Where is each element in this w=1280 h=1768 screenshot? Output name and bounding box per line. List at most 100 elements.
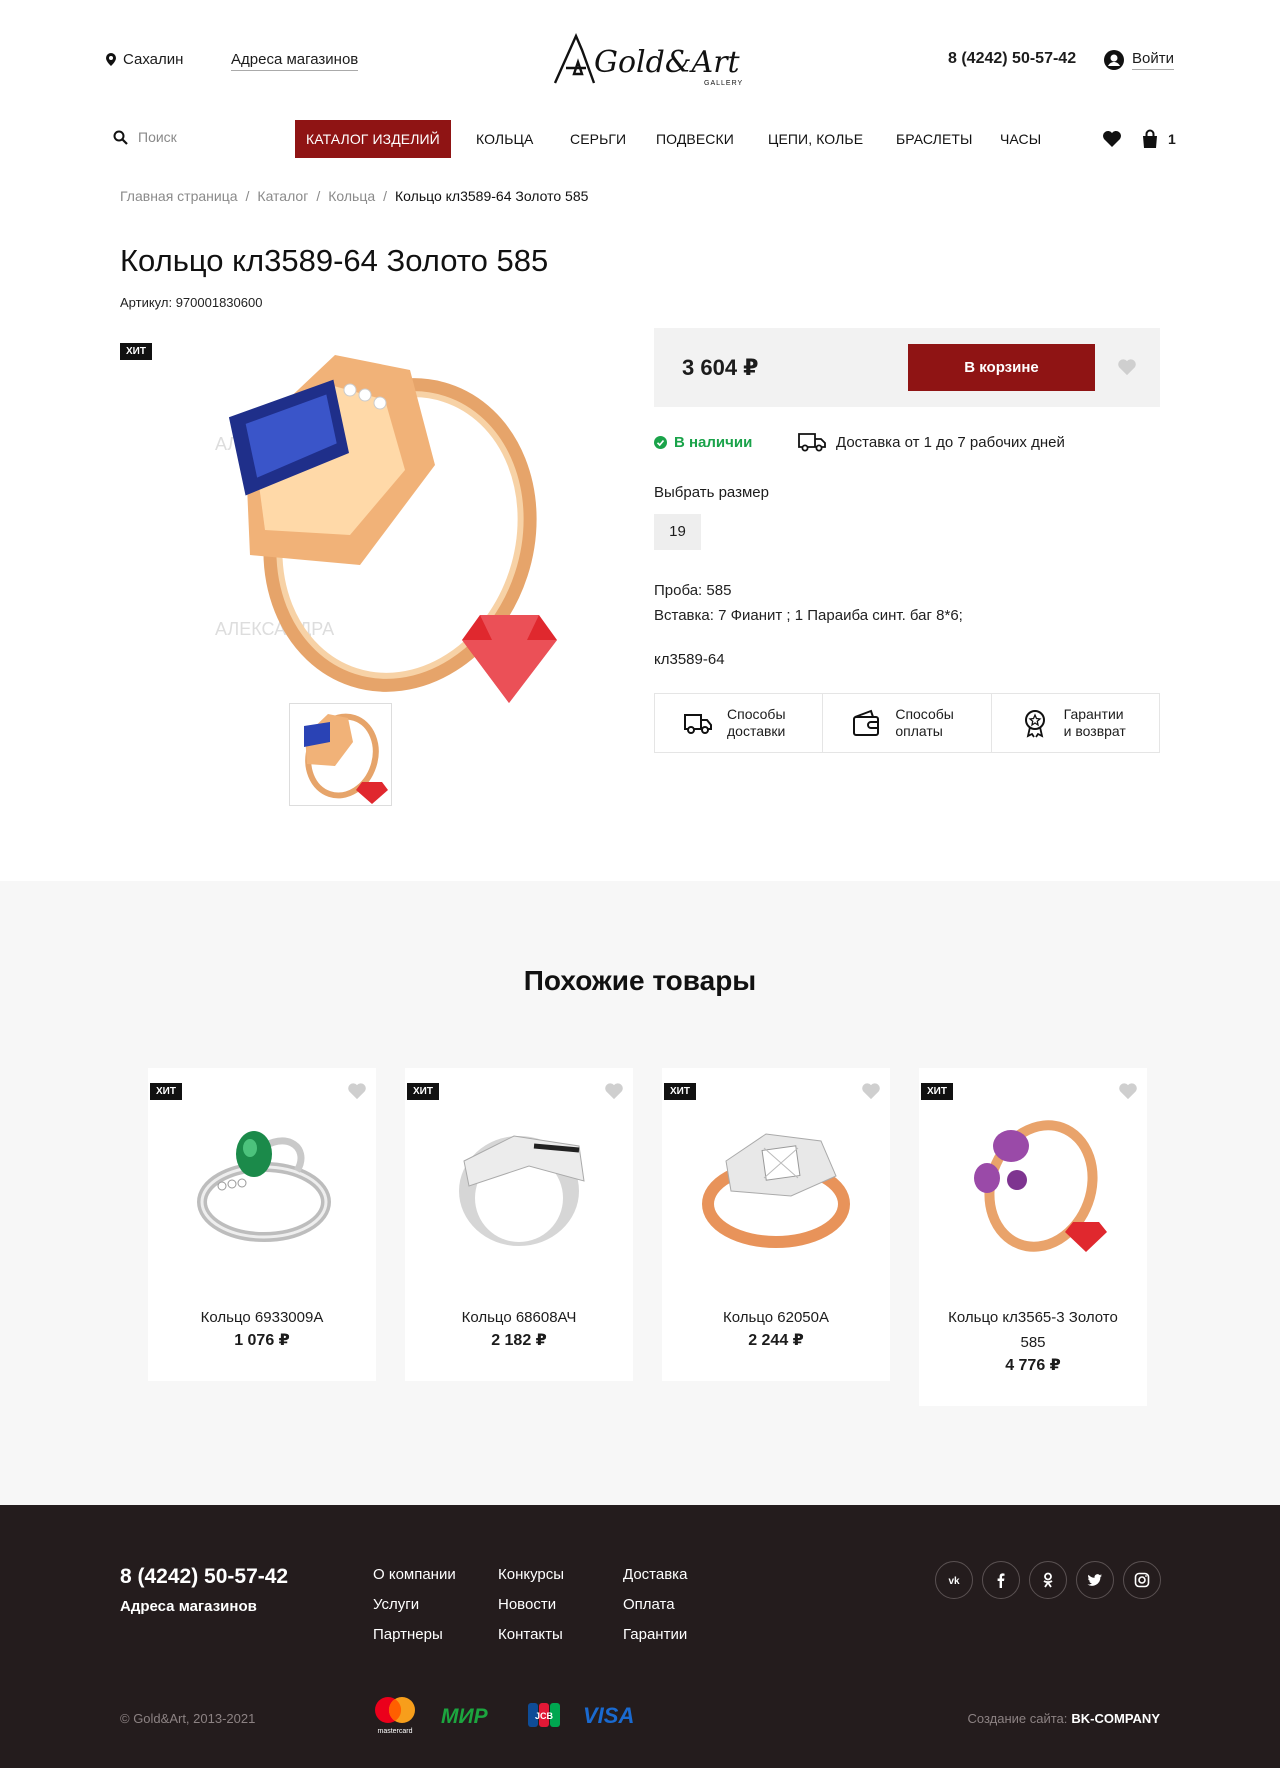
product-card[interactable]: ХИТ Кольцо кл3565-3 Золото 585 4 776 ₽ [919,1068,1147,1406]
heart-icon[interactable] [1101,128,1123,150]
info-line: Гарантии [1063,706,1124,722]
credit-label: Создание сайта: [967,1711,1068,1726]
svg-text:GALLERY: GALLERY [704,80,743,87]
site-credit: Создание сайта: BK-COMPANY [968,1711,1160,1726]
size-option[interactable]: 19 [654,514,701,550]
footer-link-warranty[interactable]: Гарантии [623,1626,687,1643]
award-badge-icon [1024,710,1045,738]
footer-link-partners[interactable]: Партнеры [373,1626,456,1643]
product-card[interactable]: ХИТ Кольцо 68608АЧ 2 182 ₽ [405,1068,633,1381]
product-thumbnail[interactable] [289,703,392,806]
login-button[interactable]: Войти [1104,50,1174,70]
header: Сахалин Адреса магазинов Gold&Art GALLER… [0,0,1280,120]
footer-menu-col: Конкурсы Новости Контакты [498,1566,564,1643]
truck-icon [684,714,712,734]
gem-badge-icon [462,615,557,703]
login-label: Войти [1132,50,1174,70]
product-name[interactable]: Кольцо 68608АЧ [405,1305,633,1330]
nav-pendants[interactable]: ПОДВЕСКИ [656,120,734,158]
svg-text:Gold&Art: Gold&Art [594,45,741,80]
product-name[interactable]: Кольцо кл3565-3 Золото 585 [919,1305,1147,1355]
breadcrumb-home[interactable]: Главная страница [120,188,238,204]
shopping-bag-icon[interactable] [1139,128,1161,150]
footer-stores-link[interactable]: Адреса магазинов [120,1598,257,1615]
favorite-heart-icon[interactable] [861,1082,881,1100]
vk-icon[interactable]: vk [935,1561,973,1599]
footer-link-delivery[interactable]: Доставка [623,1566,687,1583]
search-icon [113,130,128,145]
similar-title: Похожие товары [523,965,757,996]
stock-label: В наличии [674,434,753,451]
favorite-heart-icon[interactable] [1118,1082,1138,1100]
delivery-methods-link[interactable]: Способы доставки [655,694,824,752]
product-name[interactable]: Кольцо 62050А [662,1305,890,1330]
facebook-icon[interactable] [982,1561,1020,1599]
breadcrumb-catalog[interactable]: Каталог [257,188,308,204]
svg-text:vk: vk [948,1576,960,1587]
nav-catalog[interactable]: КАТАЛОГ ИЗДЕЛИЙ [295,120,451,158]
footer-link-payment[interactable]: Оплата [623,1596,687,1613]
search-box[interactable] [113,129,273,145]
footer-link-contests[interactable]: Конкурсы [498,1566,564,1583]
city-selector[interactable]: Сахалин [106,51,183,68]
product-code: кл3589-64 [654,651,725,668]
social-links: vk [935,1561,1161,1599]
jcb-icon: JCB [528,1703,560,1727]
hit-badge: ХИТ [150,1083,182,1100]
header-phone[interactable]: 8 (4242) 50-57-42 [948,50,1076,68]
footer-link-services[interactable]: Услуги [373,1596,456,1613]
wallet-icon [853,709,880,736]
payment-logos: mastercard МИР JCB VISA [371,1695,643,1735]
logo-mark-icon: Gold&Art GALLERY [553,33,743,87]
cart-count: 1 [1168,131,1176,147]
favorite-heart-icon[interactable] [604,1082,624,1100]
product-card[interactable]: ХИТ Кольцо 62050А 2 244 ₽ [662,1068,890,1381]
nav-bracelets[interactable]: БРАСЛЕТЫ [896,120,973,158]
info-line: доставки [727,723,786,739]
footer: 8 (4242) 50-57-42 Адреса магазинов О ком… [0,1505,1280,1768]
favorite-heart-icon[interactable] [347,1082,367,1100]
breadcrumb-rings[interactable]: Кольца [328,188,375,204]
breadcrumb-separator: / [245,188,250,204]
footer-link-contacts[interactable]: Контакты [498,1626,564,1643]
mir-icon: МИР [441,1705,489,1727]
info-line: и возврат [1063,723,1126,739]
stores-link[interactable]: Адреса магазинов [231,51,359,71]
stock-status: В наличии [654,434,752,451]
footer-link-about[interactable]: О компании [373,1566,456,1583]
svg-text:JCB: JCB [535,1711,554,1721]
product-card[interactable]: ХИТ Кольцо 6933009А 1 076 ₽ [148,1068,376,1381]
breadcrumb-separator: / [383,188,388,204]
instagram-icon[interactable] [1123,1561,1161,1599]
in-cart-button[interactable]: В корзине [908,344,1095,391]
product-main-image[interactable]: АЛЕКСАНДРА АЛЕКСАНДРА [195,345,575,705]
logo[interactable]: Gold&Art GALLERY [552,28,758,90]
delivery-label: Доставка от 1 до 7 рабочих дней [836,433,1065,451]
hit-badge: ХИТ [407,1083,439,1100]
credit-link[interactable]: BK-COMPANY [1071,1711,1160,1726]
spec-insert: Вставка: 7 Фианит ; 1 Параиба синт. баг … [654,607,963,624]
product-image [197,1131,331,1242]
copyright: © Gold&Art, 2013-2021 [120,1711,256,1726]
product-name[interactable]: Кольцо 6933009А [148,1305,376,1330]
main-nav: КАТАЛОГ ИЗДЕЛИЙ КОЛЬЦА СЕРЬГИ ПОДВЕСКИ Ц… [0,120,1280,158]
payment-methods-link[interactable]: Способы оплаты [823,694,992,752]
nav-chains[interactable]: ЦЕПИ, КОЛЬЕ [768,120,863,158]
nav-rings[interactable]: КОЛЬЦА [476,120,533,158]
nav-earrings[interactable]: СЕРЬГИ [570,120,626,158]
search-input[interactable] [138,129,258,145]
nav-watches[interactable]: ЧАСЫ [1000,120,1041,158]
svg-text:mastercard: mastercard [377,1728,412,1735]
info-line: Способы [895,706,954,722]
favorite-heart-icon[interactable] [1117,358,1137,376]
footer-link-news[interactable]: Новости [498,1596,564,1613]
hit-badge: ХИТ [120,343,152,360]
buy-box: 3 604 ₽ В корзине [654,328,1160,407]
spec-probe: Проба: 585 [654,582,732,599]
twitter-icon[interactable] [1076,1561,1114,1599]
warranty-link[interactable]: Гарантии и возврат [992,694,1159,752]
footer-phone[interactable]: 8 (4242) 50-57-42 [120,1565,288,1589]
svg-text:МИР: МИР [441,1705,489,1727]
product-price: 4 776 ₽ [1005,1357,1061,1374]
odnoklassniki-icon[interactable] [1029,1561,1067,1599]
